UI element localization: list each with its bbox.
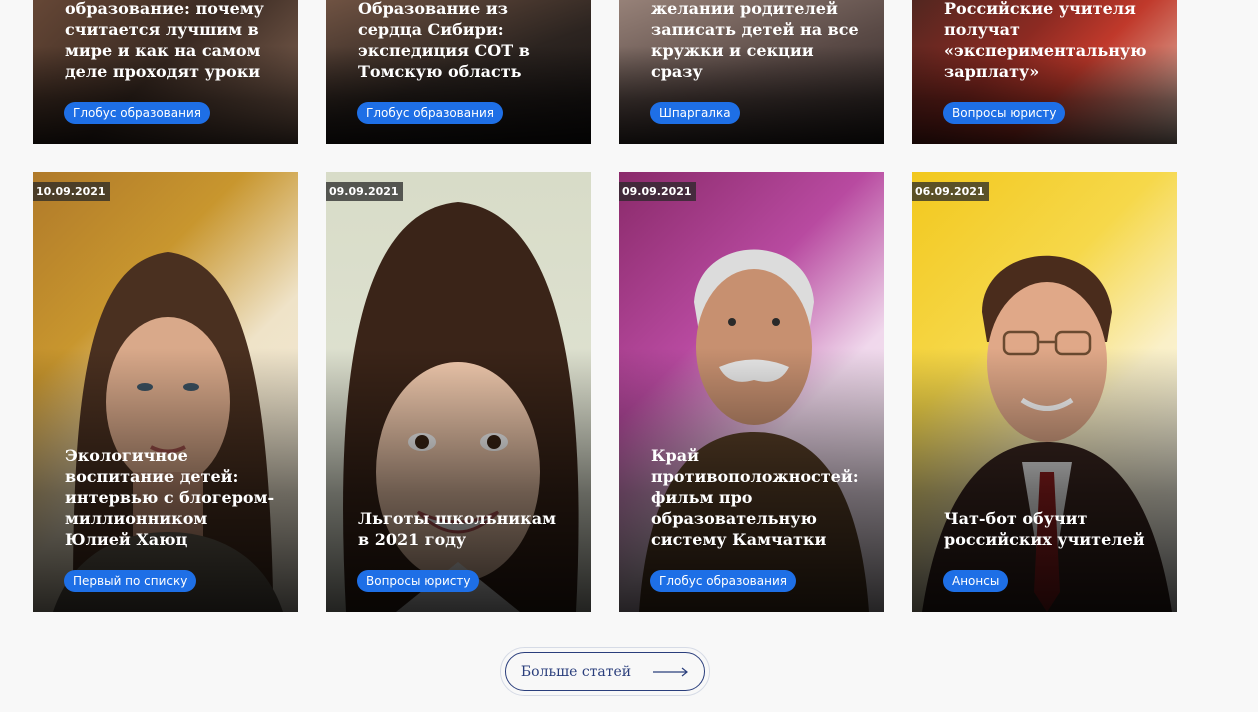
article-card[interactable]: 06.09.2021 Чат-бот обучит российских учи… [912,172,1177,612]
article-date: 09.09.2021 [326,182,403,201]
article-card[interactable]: образование: почему считается лучшим в м… [33,0,298,144]
article-card[interactable]: 09.09.2021 Льготы школьникам в 2021 году… [326,172,591,612]
more-articles-button-outline: Больше статей [500,647,710,696]
category-tag[interactable]: Первый по списку [64,570,197,592]
arrow-right-icon [653,667,689,676]
article-title: образование: почему считается лучшим в м… [65,0,264,81]
article-title: Экологичное воспитание детей: интервью с… [65,446,275,549]
article-card[interactable]: думают психологи о желании родителей зап… [619,0,884,144]
article-title: Край противоположностей: фильм про образ… [651,446,859,549]
article-title: Льготы школьникам в 2021 году [358,509,556,549]
category-tag[interactable]: Глобус образования [64,102,210,124]
more-articles-label: Больше статей [520,663,632,680]
article-title: думают психологи о желании родителей зап… [651,0,859,81]
more-articles-button[interactable]: Больше статей [505,652,705,691]
category-tag[interactable]: Вопросы юристу [943,102,1066,124]
article-title: Образование из сердца Сибири: экспедиция… [358,0,530,81]
article-title: Российские учителя получат «эксперимента… [944,0,1147,81]
article-date: 06.09.2021 [912,182,989,201]
article-card[interactable]: 09.09.2021 Край противоположностей: филь… [619,172,884,612]
article-card[interactable]: Российские учителя получат «эксперимента… [912,0,1177,144]
article-date: 10.09.2021 [33,182,110,201]
category-tag[interactable]: Анонсы [943,570,1009,592]
category-tag[interactable]: Глобус образования [357,102,503,124]
category-tag[interactable]: Вопросы юристу [357,570,480,592]
article-title: Чат-бот обучит российских учителей [944,509,1145,549]
article-date: 09.09.2021 [619,182,696,201]
category-tag[interactable]: Глобус образования [650,570,796,592]
article-card[interactable]: Образование из сердца Сибири: экспедиция… [326,0,591,144]
category-tag[interactable]: Шпаргалка [650,102,740,124]
article-card[interactable]: 10.09.2021 Экологичное воспитание детей:… [33,172,298,612]
